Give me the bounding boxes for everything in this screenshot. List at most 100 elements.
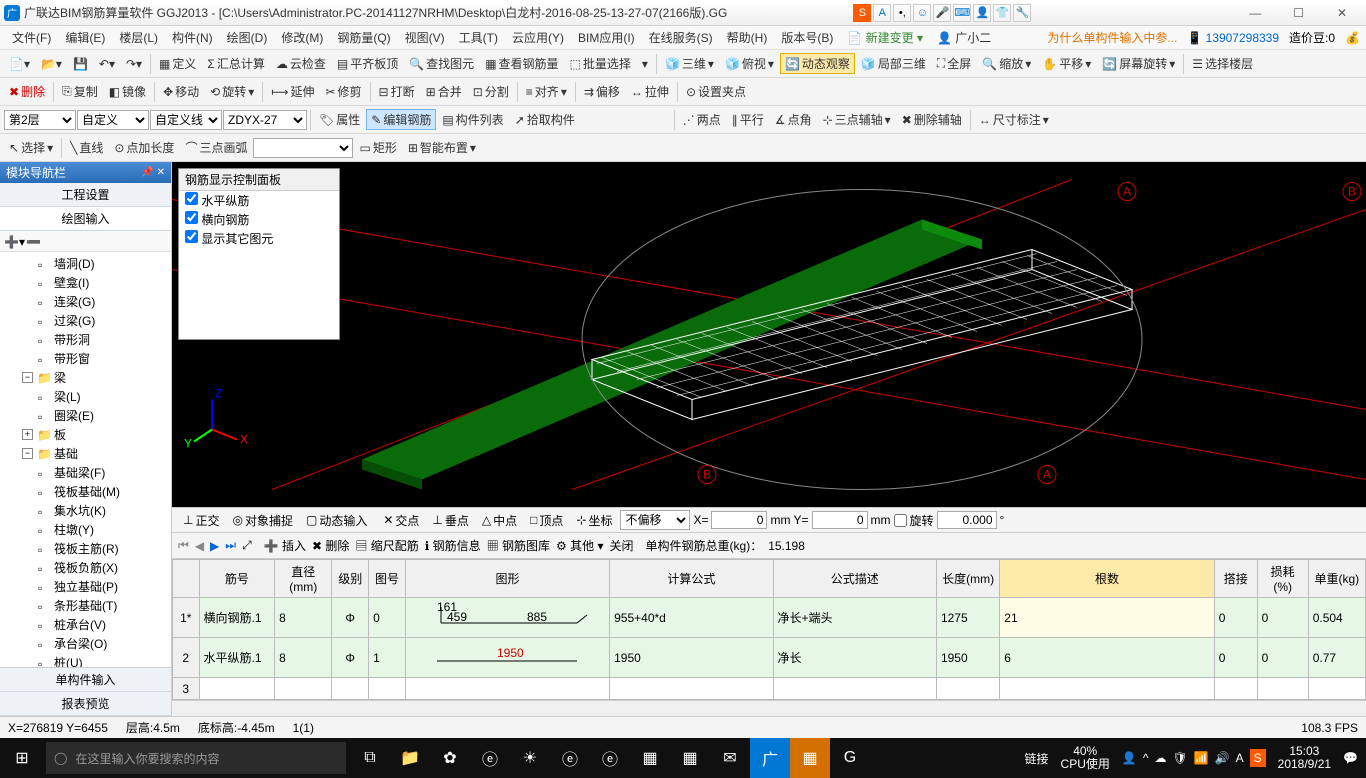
tray-icon[interactable]: 🛡 — [1172, 751, 1187, 765]
orbit-button[interactable]: 🔄 动态观察 — [780, 53, 855, 74]
comp-list-button[interactable]: ▤ 构件列表 — [437, 109, 508, 130]
tree-node[interactable]: ▫筏板主筋(R) — [0, 539, 171, 558]
lib-button[interactable]: ▦ 钢筋图库 — [487, 537, 550, 554]
trim-button[interactable]: ✂ 修剪 — [320, 81, 366, 102]
nav-last-icon[interactable]: ⏭ — [225, 538, 236, 553]
ime-btn[interactable]: 👕 — [993, 4, 1011, 22]
tab-report-preview[interactable]: 报表预览 — [0, 692, 171, 716]
tray-icon[interactable]: 🔊 — [1215, 751, 1230, 765]
move-button[interactable]: ✥ 移动 — [158, 81, 204, 102]
rebar-display-panel[interactable]: 钢筋显示控制面板 水平纵筋 横向钢筋 显示其它图元 — [178, 168, 340, 340]
nav-tree[interactable]: ▫墙洞(D) ▫壁龛(I) ▫连梁(G) ▫过梁(G) ▫带形洞 ▫带形窗 −📁… — [0, 252, 171, 667]
app-icon[interactable]: ⓔ — [550, 738, 590, 778]
new-icon[interactable]: 📄▾ — [4, 55, 35, 73]
close-button[interactable]: 关闭 — [610, 537, 634, 554]
top-view-button[interactable]: 🧊 俯视 ▾ — [720, 53, 779, 74]
check-hrebar[interactable]: 水平纵筋 — [179, 191, 339, 210]
ime-icon[interactable]: S — [853, 4, 871, 22]
tree-node[interactable]: ▫筏板负筋(X) — [0, 558, 171, 577]
tray-icon[interactable]: S — [1250, 749, 1266, 767]
nav-prev-icon[interactable]: ◀ — [195, 539, 204, 553]
minus-icon[interactable]: ➖ — [26, 235, 42, 247]
point-angle-button[interactable]: ∡ 点角 — [770, 109, 817, 130]
insert-button[interactable]: ➕ 插入 — [264, 537, 306, 554]
new-change-button[interactable]: 📄 新建变更 ▾ — [841, 27, 929, 48]
extend-pt-button[interactable]: ⊙ 点加长度 — [109, 137, 179, 158]
line-button[interactable]: ╲ 直线 — [65, 137, 108, 158]
tree-node[interactable]: ▫承台梁(O) — [0, 634, 171, 653]
split-button[interactable]: ⊡ 分割 — [468, 81, 514, 102]
menu-view[interactable]: 视图(V) — [399, 27, 451, 48]
3d-canvas[interactable]: A B B A Z X Y — [172, 162, 1366, 507]
batch-select-button[interactable]: ⬚ 批量选择 — [565, 53, 636, 74]
pin-icon[interactable]: 📌 ✕ — [141, 167, 165, 178]
app-icon[interactable]: 📁 — [390, 738, 430, 778]
ime-btn[interactable]: A — [873, 4, 891, 22]
grid-row[interactable]: 3 — [173, 678, 1366, 700]
taskbar-search[interactable]: ◯在这里输入你要搜索的内容 — [46, 742, 346, 774]
tree-node[interactable]: ▫圈梁(E) — [0, 406, 171, 425]
menu-comp[interactable]: 构件(N) — [166, 27, 219, 48]
app-icon[interactable]: G — [830, 738, 870, 778]
tree-node[interactable]: ▫带形洞 — [0, 330, 171, 349]
rect-button[interactable]: ▭ 矩形 — [354, 137, 401, 158]
tip-text[interactable]: 为什么单构件输入中参... — [1047, 29, 1177, 46]
tree-node[interactable]: ▫连梁(G) — [0, 292, 171, 311]
app-icon[interactable]: ▦ — [790, 738, 830, 778]
offset-button[interactable]: ⇉ 偏移 — [579, 81, 625, 102]
scale-button[interactable]: ▤ 缩尺配筋 — [355, 537, 418, 554]
code-combo[interactable]: ZDYX-27 — [223, 110, 307, 130]
ime-btn[interactable]: 🎤 — [933, 4, 951, 22]
menu-bim[interactable]: BIM应用(I) — [572, 27, 641, 48]
parallel-button[interactable]: ∥ 平行 — [727, 109, 769, 130]
tray-icon[interactable]: ☁ — [1154, 751, 1166, 765]
ime-btn[interactable]: 🔧 — [1013, 4, 1031, 22]
ime-btn[interactable]: •, — [893, 4, 911, 22]
check-vrebar[interactable]: 横向钢筋 — [179, 210, 339, 229]
tree-node[interactable]: ▫柱墩(Y) — [0, 520, 171, 539]
app-icon[interactable]: ✉ — [710, 738, 750, 778]
break-button[interactable]: ⊟ 打断 — [374, 81, 420, 102]
tree-node[interactable]: ▫梁(L) — [0, 387, 171, 406]
extend-button[interactable]: ⟼ 延伸 — [266, 81, 319, 102]
tab-single-input[interactable]: 单构件输入 — [0, 668, 171, 692]
tree-node[interactable]: −📁 梁 — [0, 368, 171, 387]
rotate-input[interactable] — [937, 511, 997, 529]
info-button[interactable]: ℹ 钢筋信息 — [425, 537, 481, 554]
dim-button[interactable]: ↔ 尺寸标注 ▾ — [974, 109, 1054, 130]
open-icon[interactable]: 📂▾ — [36, 55, 67, 73]
coin-icon[interactable]: 💰 — [1345, 31, 1360, 45]
ortho-toggle[interactable]: ⊥ 正交 — [178, 510, 224, 531]
align-top-button[interactable]: ▤ 平齐板顶 — [332, 53, 403, 74]
delete-button[interactable]: ✖ 删除 — [4, 81, 50, 102]
snap-mid[interactable]: △ 中点 — [477, 510, 522, 531]
snap-perp[interactable]: ⊥ 垂点 — [427, 510, 473, 531]
mirror-button[interactable]: ◧ 镜像 — [104, 81, 151, 102]
snap-int[interactable]: ✕ 交点 — [378, 510, 424, 531]
tree-node[interactable]: ▫条形基础(T) — [0, 596, 171, 615]
app-icon[interactable]: ⓔ — [470, 738, 510, 778]
attr-button[interactable]: 🏷 属性 — [314, 109, 365, 130]
offset-combo[interactable]: 不偏移 — [620, 510, 690, 530]
stretch-button[interactable]: ↔ 拉伸 — [626, 81, 674, 102]
app-icon[interactable]: ✿ — [430, 738, 470, 778]
osnap-toggle[interactable]: ◎ 对象捕捉 — [227, 510, 298, 531]
cpu-meter[interactable]: 40%CPU使用 — [1055, 745, 1116, 771]
tree-node[interactable]: −📁 基础 — [0, 444, 171, 463]
tree-node[interactable]: +📁 板 — [0, 425, 171, 444]
plus-icon[interactable]: ➕▾ — [4, 235, 20, 247]
smart-button[interactable]: ⊞ 智能布置 ▾ — [403, 137, 481, 158]
grid-scroll[interactable] — [172, 700, 1366, 716]
y-input[interactable] — [812, 511, 868, 529]
save-icon[interactable]: 💾 — [68, 55, 93, 73]
ime-btn[interactable]: ⌨ — [953, 4, 971, 22]
select-button[interactable]: ↖ 选择 ▾ — [4, 137, 58, 158]
tree-node[interactable]: ▫桩(U) — [0, 653, 171, 667]
snap-end[interactable]: □ 顶点 — [525, 510, 568, 531]
rotate-check[interactable] — [894, 514, 907, 527]
tree-node[interactable]: ▫基础梁(F) — [0, 463, 171, 482]
grip-button[interactable]: ⊙ 设置夹点 — [681, 81, 751, 102]
arc3-button[interactable]: ⌒ 三点画弧 — [180, 137, 252, 158]
menu-online[interactable]: 在线服务(S) — [643, 27, 719, 48]
ime-btn[interactable]: 👤 — [973, 4, 991, 22]
